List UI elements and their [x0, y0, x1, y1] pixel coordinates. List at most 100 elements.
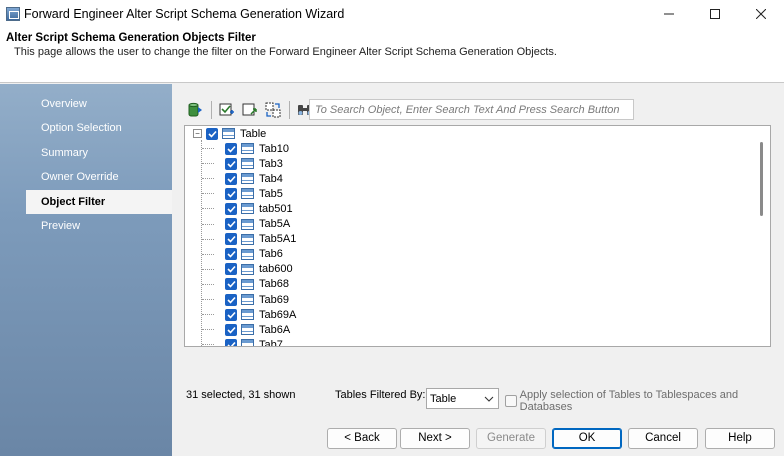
invert-selection-icon: [265, 102, 281, 118]
apply-selection-checkbox[interactable]: Apply selection of Tables to Tablespaces…: [505, 389, 784, 413]
app-icon: [6, 6, 20, 21]
tree-node-table-item[interactable]: Tab5: [225, 186, 283, 201]
collapse-icon[interactable]: −: [193, 129, 202, 138]
table-icon: [241, 218, 254, 230]
tree-node-label: Tab6A: [259, 323, 291, 336]
checkbox-checked-icon[interactable]: [225, 202, 237, 215]
tree-connector: [202, 223, 214, 225]
select-all-icon: [219, 103, 234, 116]
tree-connector: [202, 148, 214, 149]
next-button[interactable]: Next >: [400, 428, 470, 449]
close-button[interactable]: [738, 0, 784, 27]
window-title: Forward Engineer Alter Script Schema Gen…: [24, 6, 345, 21]
checkbox-checked-icon[interactable]: [225, 263, 237, 276]
checkbox-checked-icon[interactable]: [225, 233, 237, 246]
tree-connector: [202, 178, 214, 180]
wizard-sidebar: Overview Option Selection Summary Owner …: [0, 84, 172, 456]
toolbar-separator: [289, 101, 290, 119]
tree-node-table-item[interactable]: Tab69: [225, 292, 289, 307]
checkbox-checked-icon[interactable]: [225, 338, 237, 346]
tree-connector: [202, 208, 214, 210]
checkbox-checked-icon[interactable]: [225, 278, 237, 291]
tree-node-label: Tab5: [259, 187, 283, 200]
select-all-button[interactable]: [216, 99, 238, 121]
checkbox-checked-icon[interactable]: [225, 323, 237, 336]
maximize-button[interactable]: [692, 0, 738, 27]
checkbox-checked-icon[interactable]: [225, 308, 237, 321]
tree-connector: [202, 268, 214, 270]
generate-button[interactable]: Generate: [476, 428, 546, 449]
tree-node-label: Tab69: [259, 293, 289, 306]
table-folder-icon: [222, 128, 235, 139]
tree-scrollbar[interactable]: [753, 126, 770, 346]
tree-connector: [202, 344, 214, 346]
tables-filtered-by-select[interactable]: Table: [426, 388, 499, 409]
checkbox-checked-icon[interactable]: [225, 248, 237, 261]
invert-selection-button[interactable]: [262, 99, 284, 121]
tree-node-table-item[interactable]: Tab7: [225, 337, 283, 346]
table-icon: [241, 203, 254, 215]
tree-node-table-item[interactable]: Tab4: [225, 171, 283, 186]
checkbox-checked-icon[interactable]: [206, 127, 218, 140]
select-children-icon: [242, 103, 257, 116]
tree-node-label: Tab10: [259, 142, 289, 155]
tree-connector: [202, 299, 214, 300]
sidebar-item-preview[interactable]: Preview: [26, 214, 172, 238]
checkbox-checked-icon[interactable]: [225, 187, 237, 200]
tree-node-table-item[interactable]: Tab6: [225, 247, 283, 262]
tree-node-label: tab600: [259, 263, 293, 276]
scrollbar-thumb[interactable]: [760, 142, 763, 216]
apply-selection-label: Apply selection of Tables to Tablespaces…: [519, 389, 739, 413]
sidebar-item-option-selection[interactable]: Option Selection: [26, 116, 172, 140]
filter-toolbar: [184, 98, 317, 122]
page-description: This page allows the user to change the …: [14, 46, 557, 58]
table-icon: [241, 233, 254, 245]
checkbox-checked-icon[interactable]: [225, 293, 237, 306]
table-icon: [241, 278, 254, 290]
wizard-header: Alter Script Schema Generation Objects F…: [0, 27, 784, 83]
tree-node-table-item[interactable]: Tab5A1: [225, 232, 296, 247]
table-icon: [241, 188, 254, 200]
ok-button[interactable]: OK: [552, 428, 622, 449]
tree-node-table-item[interactable]: Tab68: [225, 277, 289, 292]
tree-connector: [202, 314, 214, 316]
tree-node-table-item[interactable]: Tab6A: [225, 322, 290, 337]
cancel-button[interactable]: Cancel: [628, 428, 698, 449]
filter-select-value: Table: [430, 392, 457, 405]
checkbox-checked-icon[interactable]: [225, 157, 237, 170]
page-title: Alter Script Schema Generation Objects F…: [6, 32, 256, 44]
table-icon: [241, 309, 254, 321]
checkbox-checked-icon[interactable]: [225, 172, 237, 185]
search-input[interactable]: [309, 99, 634, 120]
minimize-button[interactable]: [646, 0, 692, 27]
object-tree[interactable]: − Table Tab10 Tab3 Tab4 Tab5 tab501 Tab5A Tab5…: [184, 125, 771, 347]
select-children-button[interactable]: [239, 99, 261, 121]
tree-connector: [202, 163, 214, 165]
table-icon: [241, 143, 254, 154]
filter-label: Tables Filtered By:: [335, 389, 426, 401]
sidebar-item-owner-override[interactable]: Owner Override: [26, 165, 172, 189]
table-icon: [241, 339, 254, 346]
tree-node-label: Tab4: [259, 172, 283, 185]
tree-node-label: tab501: [259, 202, 293, 215]
tree-connector: [202, 253, 214, 255]
back-button[interactable]: < Back: [327, 428, 397, 449]
sidebar-item-summary[interactable]: Summary: [26, 141, 172, 165]
refresh-filter-button[interactable]: [184, 99, 206, 121]
table-icon: [241, 263, 254, 275]
tree-node-table-item[interactable]: tab501: [225, 201, 293, 216]
tree-node-table-item[interactable]: Tab69A: [225, 307, 296, 322]
tree-node-table-item[interactable]: tab600: [225, 262, 293, 277]
tree-node-table[interactable]: − Table: [193, 126, 266, 141]
checkbox-checked-icon[interactable]: [225, 218, 237, 230]
checkbox-unchecked-icon[interactable]: [505, 395, 517, 407]
checkbox-checked-icon[interactable]: [225, 142, 237, 155]
help-button[interactable]: Help: [705, 428, 775, 449]
sidebar-item-object-filter[interactable]: Object Filter: [26, 190, 172, 214]
tree-node-table-item[interactable]: Tab10: [225, 141, 289, 156]
sidebar-item-overview[interactable]: Overview: [26, 92, 172, 116]
table-icon: [241, 158, 254, 170]
tree-node-table-item[interactable]: Tab3: [225, 156, 283, 171]
table-icon: [241, 248, 254, 260]
tree-node-table-item[interactable]: Tab5A: [225, 217, 290, 232]
